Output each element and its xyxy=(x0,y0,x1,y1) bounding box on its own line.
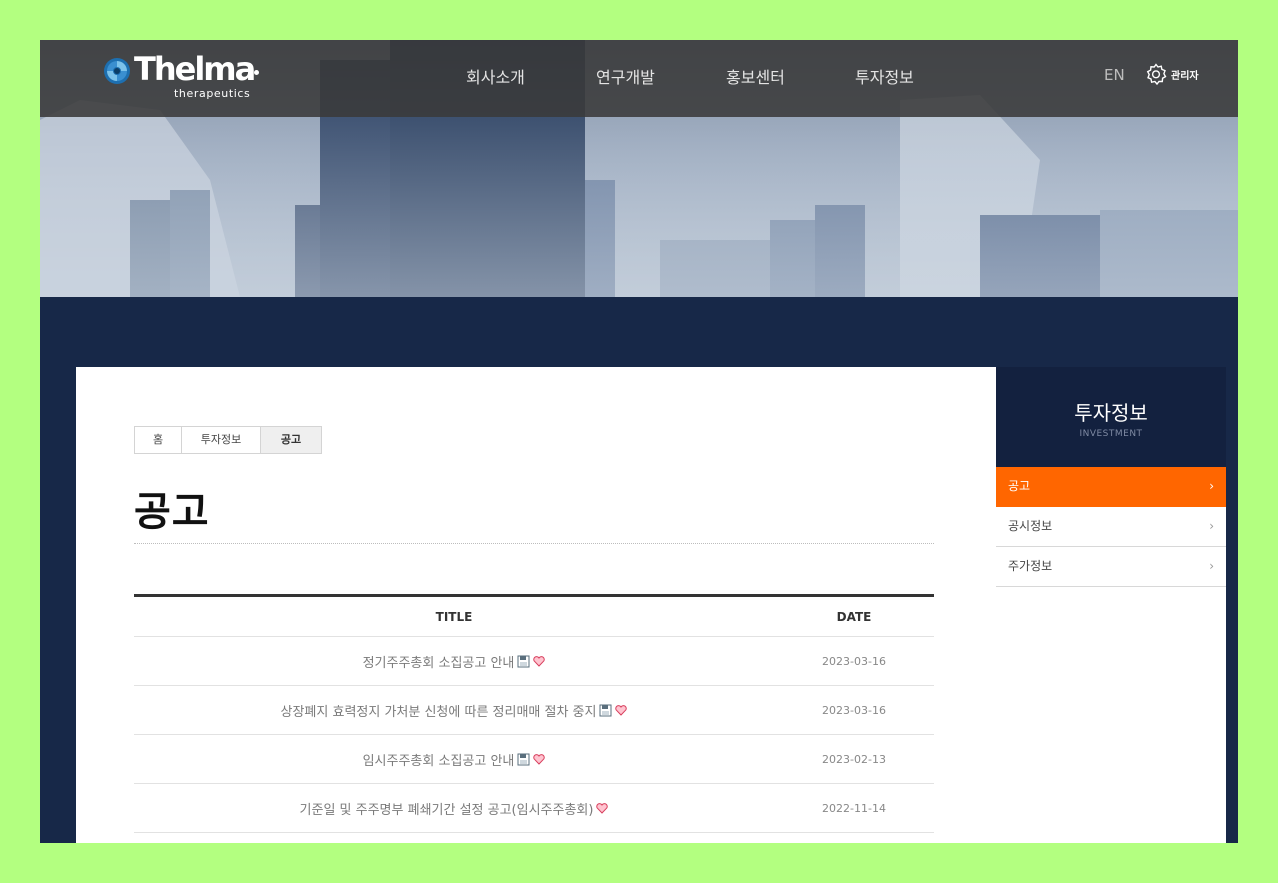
sidebar-item-label: 공시정보 xyxy=(1008,519,1053,533)
chevron-right-icon: › xyxy=(1209,559,1214,573)
file-icon xyxy=(599,704,612,716)
row-title[interactable]: 정기주주총회 소집공고 안내 xyxy=(363,652,515,671)
breadcrumb-current: 공고 xyxy=(261,427,321,453)
table-row[interactable]: 정기주주총회 소집공고 안내 2023-03-16 xyxy=(134,637,934,686)
title-divider xyxy=(134,543,934,544)
column-header-date: DATE xyxy=(836,609,872,624)
nav-item-pr-center[interactable]: 홍보센터 xyxy=(726,64,785,88)
page-frame: Thelma therapeutics 회사소개 연구개발 홍보센터 투자정보 … xyxy=(40,40,1238,843)
logo-dot xyxy=(254,70,259,75)
heart-icon xyxy=(533,753,546,765)
breadcrumb: 홈 투자정보 공고 xyxy=(134,426,322,454)
sidebar-subtitle: INVESTMENT xyxy=(1079,429,1143,439)
admin-label: 관리자 xyxy=(1171,70,1199,82)
row-title[interactable]: 기준일 및 주주명부 폐쇄기간 설정 공고(임시주주총회) xyxy=(300,799,594,818)
column-header-title: TITLE xyxy=(435,609,473,624)
heart-icon xyxy=(533,655,546,667)
sidebar-item-label: 주가정보 xyxy=(1008,559,1053,573)
site-header: Thelma therapeutics 회사소개 연구개발 홍보센터 투자정보 … xyxy=(40,40,1238,117)
row-date: 2023-03-16 xyxy=(822,654,886,668)
file-icon xyxy=(517,655,530,667)
gear-icon xyxy=(1146,63,1167,86)
sidebar-menu: 공고 › 공시정보 › 주가정보 › xyxy=(996,467,1226,843)
row-date: 2022-11-14 xyxy=(822,801,886,815)
admin-link[interactable]: 관리자 xyxy=(1144,62,1199,86)
logo-swirl-icon xyxy=(104,58,130,84)
sidebar-title: 투자정보 xyxy=(1074,401,1148,425)
content-card: 홈 투자정보 공고 공고 TITLE DATE 정기주주총회 소집공고 안내 2… xyxy=(76,367,996,843)
logo[interactable]: Thelma therapeutics xyxy=(100,50,270,104)
nav-item-research[interactable]: 연구개발 xyxy=(596,64,655,88)
row-title-cell[interactable]: 임시주주총회 소집공고 안내 xyxy=(134,750,774,769)
row-title-cell[interactable]: 기준일 및 주주명부 폐쇄기간 설정 공고(임시주주총회) xyxy=(134,799,774,818)
sidebar-item-notice[interactable]: 공고 › xyxy=(996,467,1226,507)
breadcrumb-home[interactable]: 홈 xyxy=(135,427,182,453)
sidebar-item-disclosure[interactable]: 공시정보 › xyxy=(996,507,1226,547)
heart-icon xyxy=(596,802,609,814)
sidebar-item-label: 공고 xyxy=(1008,479,1031,493)
table-row[interactable]: 임시주주총회 소집공고 안내 2023-02-13 xyxy=(134,735,934,784)
row-title-cell[interactable]: 상장폐지 효력정지 가처분 신청에 따른 정리매매 절차 중지 xyxy=(134,701,774,720)
row-title[interactable]: 임시주주총회 소집공고 안내 xyxy=(363,750,515,769)
row-title[interactable]: 상장폐지 효력정지 가처분 신청에 따른 정리매매 절차 중지 xyxy=(281,701,597,720)
chevron-right-icon: › xyxy=(1209,479,1214,493)
breadcrumb-investment[interactable]: 투자정보 xyxy=(182,427,261,453)
sidebar-item-stock-price[interactable]: 주가정보 › xyxy=(996,547,1226,587)
page-title: 공고 xyxy=(134,489,210,535)
language-toggle[interactable]: EN xyxy=(1104,66,1125,84)
sidebar-header: 투자정보 INVESTMENT xyxy=(996,367,1226,467)
row-title-cell[interactable]: 정기주주총회 소집공고 안내 xyxy=(134,652,774,671)
chevron-right-icon: › xyxy=(1209,519,1214,533)
table-row[interactable]: 기준일 및 주주명부 폐쇄기간 설정 공고(임시주주총회) 2022-11-14 xyxy=(134,784,934,833)
heart-icon xyxy=(615,704,628,716)
row-date: 2023-03-16 xyxy=(822,703,886,717)
nav-item-investment[interactable]: 투자정보 xyxy=(855,64,914,88)
notice-table: TITLE DATE 정기주주총회 소집공고 안내 2023-03-16 상장폐… xyxy=(134,594,934,833)
file-icon xyxy=(517,753,530,765)
logo-wordmark: Thelma xyxy=(134,50,256,88)
table-row[interactable]: 상장폐지 효력정지 가처분 신청에 따른 정리매매 절차 중지 2023-03-… xyxy=(134,686,934,735)
row-date: 2023-02-13 xyxy=(822,752,886,766)
table-header: TITLE DATE xyxy=(134,597,934,637)
nav-item-company[interactable]: 회사소개 xyxy=(466,64,525,88)
logo-subtitle: therapeutics xyxy=(174,87,251,100)
